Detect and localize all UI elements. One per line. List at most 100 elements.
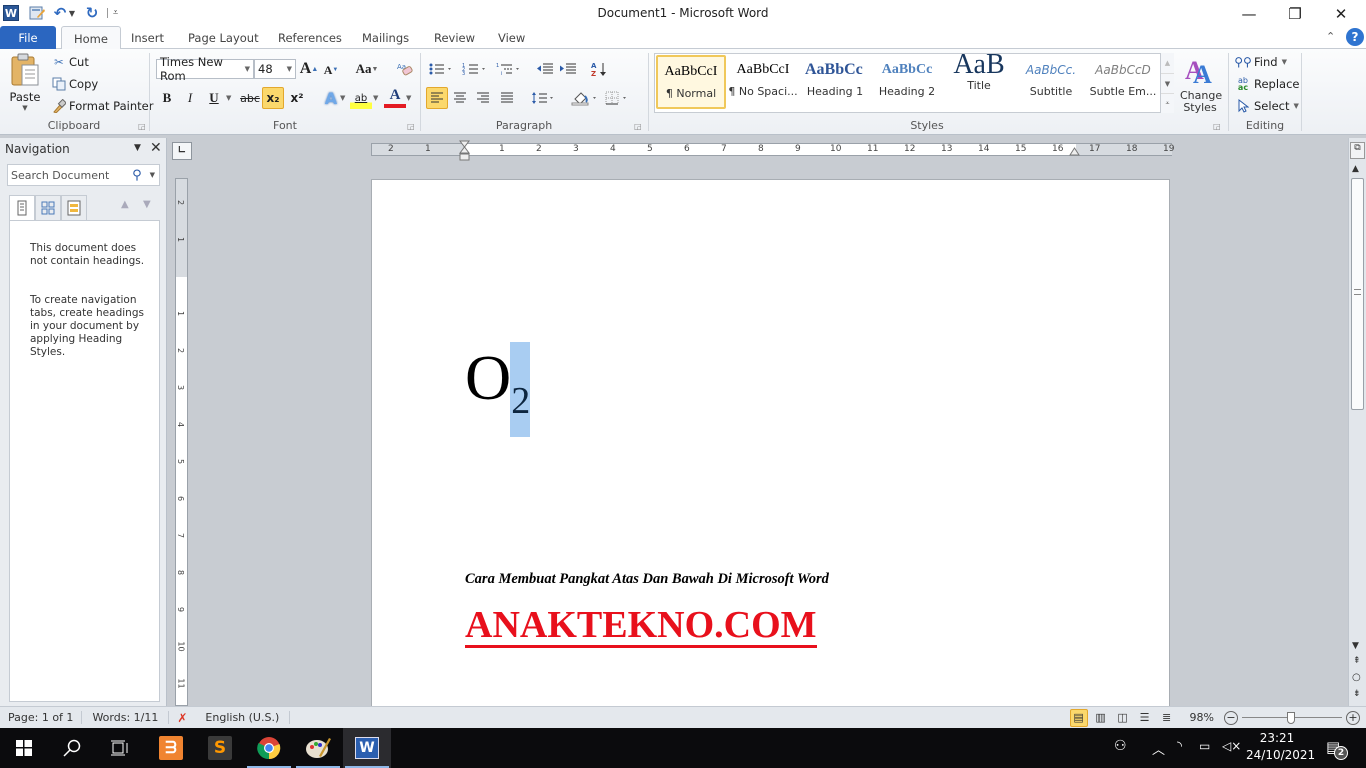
zoom-level[interactable]: 98% — [1190, 711, 1214, 724]
style-subtle-emphasis[interactable]: AaBbCcD Subtle Em... — [1088, 55, 1158, 109]
clock-time[interactable]: 23:21 — [1248, 731, 1306, 745]
scroll-thumb[interactable] — [1351, 178, 1364, 410]
change-case-button[interactable]: Aa ▼ — [353, 58, 381, 80]
find-button[interactable]: ⚲⚲ Find ▼ — [1234, 53, 1287, 71]
proofing-error-icon[interactable]: ✗ — [169, 711, 195, 725]
replace-button[interactable]: ab ac Replace — [1234, 75, 1300, 93]
restore-button[interactable]: ❐ — [1272, 0, 1318, 28]
tab-home[interactable]: Home — [61, 26, 121, 50]
numbering-button[interactable]: 123 — [460, 58, 490, 80]
sublime-text-app[interactable]: S — [196, 728, 244, 768]
close-button[interactable]: ✕ — [1318, 0, 1364, 28]
vertical-ruler[interactable]: 2 1 1 2 3 4 5 6 7 8 9 10 11 — [175, 178, 188, 706]
word-app[interactable]: W — [343, 728, 391, 768]
styles-scroll-up-icon[interactable]: ▲ — [1161, 53, 1174, 73]
styles-scroll[interactable]: ▲ ▼ ⩡ — [1160, 53, 1174, 113]
web-layout-icon[interactable]: ◫ — [1114, 709, 1132, 727]
strikethrough-button[interactable]: abc — [238, 87, 262, 109]
underline-button[interactable]: U — [203, 87, 225, 109]
draft-icon[interactable]: ≣ — [1158, 709, 1176, 727]
font-color-button[interactable]: A — [384, 86, 406, 108]
clear-formatting-icon[interactable]: Aa — [393, 58, 415, 80]
indent-marker[interactable] — [459, 140, 470, 162]
tab-review[interactable]: Review — [422, 26, 487, 49]
style-heading-1[interactable]: AaBbCc Heading 1 — [800, 55, 870, 109]
subscript-button[interactable]: x₂ — [262, 87, 284, 109]
search-taskbar-button[interactable] — [48, 728, 96, 768]
tab-page-layout[interactable]: Page Layout — [176, 26, 271, 49]
increase-indent-button[interactable] — [557, 58, 579, 80]
print-layout-icon[interactable]: ▤ — [1069, 708, 1088, 727]
cut-button[interactable]: ✂ Cut — [51, 53, 89, 71]
justify-button[interactable] — [496, 87, 518, 109]
tab-browse-results[interactable] — [61, 195, 87, 221]
paint-app[interactable] — [294, 728, 342, 768]
bold-button[interactable]: B — [156, 87, 178, 109]
multilevel-list-button[interactable]: 1i — [494, 58, 524, 80]
help-icon[interactable]: ? — [1346, 28, 1364, 46]
next-page-icon[interactable]: ⇟ — [1353, 689, 1361, 699]
right-indent-marker[interactable] — [1069, 144, 1080, 156]
brand-text[interactable]: ANAKTEKNO.COM — [465, 605, 817, 648]
line-spacing-button[interactable] — [530, 87, 558, 109]
show-formatting-button[interactable] — [620, 58, 642, 80]
copy-button[interactable]: Copy — [51, 75, 98, 93]
tab-insert[interactable]: Insert — [119, 26, 176, 49]
wifi-icon[interactable]: ◝ — [1177, 739, 1182, 754]
previous-heading-icon[interactable]: ▲ — [121, 199, 129, 210]
style-title[interactable]: AaB Title — [944, 49, 1014, 109]
battery-icon[interactable]: ▭ — [1199, 739, 1210, 753]
clipboard-launcher-icon[interactable]: ◲ — [138, 122, 146, 131]
grow-font-button[interactable]: A ▲ — [298, 58, 320, 80]
tab-view[interactable]: View — [486, 26, 537, 49]
show-hidden-icons[interactable]: ︿ — [1152, 739, 1165, 758]
style-normal[interactable]: AaBbCcI ¶ Normal — [656, 55, 726, 109]
tab-browse-headings[interactable] — [9, 195, 35, 221]
people-icon[interactable]: ⚇ — [1114, 738, 1127, 754]
styles-scroll-down-icon[interactable]: ▼ — [1161, 73, 1174, 93]
zoom-slider-thumb[interactable] — [1286, 711, 1295, 724]
decrease-indent-button[interactable] — [534, 58, 556, 80]
tab-selector[interactable]: ∟ — [172, 142, 192, 160]
browse-object-icon[interactable]: ○ — [1352, 672, 1361, 683]
previous-page-icon[interactable]: ⇞ — [1353, 656, 1361, 666]
view-ruler-icon[interactable]: ⧉ — [1350, 142, 1365, 159]
outline-icon[interactable]: ☰ — [1136, 709, 1154, 727]
vertical-scrollbar[interactable]: ⧉ ▲ ▼ ⇞ ○ ⇟ — [1348, 138, 1366, 706]
font-name-combo[interactable]: Times New Rom ▼ — [156, 55, 254, 83]
chrome-app[interactable] — [245, 728, 293, 768]
align-center-button[interactable] — [449, 87, 471, 109]
sort-button[interactable]: AZ — [588, 58, 610, 80]
volume-muted-icon[interactable]: ◁× — [1222, 739, 1241, 753]
language-indicator[interactable]: English (U.S.) — [195, 711, 291, 724]
font-size-combo[interactable]: 48 ▼ — [254, 59, 296, 79]
style-subtitle[interactable]: AaBbCc. Subtitle — [1016, 55, 1086, 109]
tab-references[interactable]: References — [266, 26, 354, 49]
italic-button[interactable]: I — [179, 87, 201, 109]
tab-browse-pages[interactable] — [35, 195, 61, 221]
search-dropdown-icon[interactable]: ▼ — [150, 171, 155, 179]
clock-date[interactable]: 24/10/2021 — [1246, 748, 1315, 762]
styles-more-icon[interactable]: ⩡ — [1161, 93, 1174, 112]
align-left-button[interactable] — [426, 87, 448, 109]
zoom-out-icon[interactable]: − — [1224, 710, 1238, 725]
scroll-down-icon[interactable]: ▼ — [1352, 641, 1359, 651]
formula-text[interactable]: O2 — [465, 338, 530, 427]
zoom-in-icon[interactable]: + — [1346, 710, 1360, 725]
start-button[interactable] — [0, 728, 48, 768]
formula-subscript[interactable]: 2 — [511, 380, 530, 422]
navigation-close-icon[interactable]: ✕ — [150, 140, 162, 156]
minimize-button[interactable]: — — [1226, 0, 1272, 28]
format-painter-button[interactable]: Format Painter — [51, 97, 153, 115]
horizontal-ruler[interactable]: 2 1 1 2 3 4 5 6 7 8 9 10 11 12 13 14 15 16 17 18 19 — [371, 143, 1174, 156]
highlight-button[interactable]: ab — [350, 87, 372, 109]
search-icon[interactable]: ⚲ — [132, 168, 142, 183]
tab-mailings[interactable]: Mailings — [350, 26, 421, 49]
change-styles-button[interactable]: AA Change Styles — [1178, 53, 1222, 117]
zoom-slider[interactable] — [1242, 711, 1342, 725]
tab-file[interactable]: File — [0, 26, 56, 49]
bullets-button[interactable] — [426, 58, 456, 80]
page-count[interactable]: Page: 1 of 1 — [0, 711, 83, 724]
search-document-input[interactable]: Search Document ⚲ ▼ — [7, 164, 160, 186]
underline-dropdown-icon[interactable]: ▼ — [226, 94, 231, 102]
